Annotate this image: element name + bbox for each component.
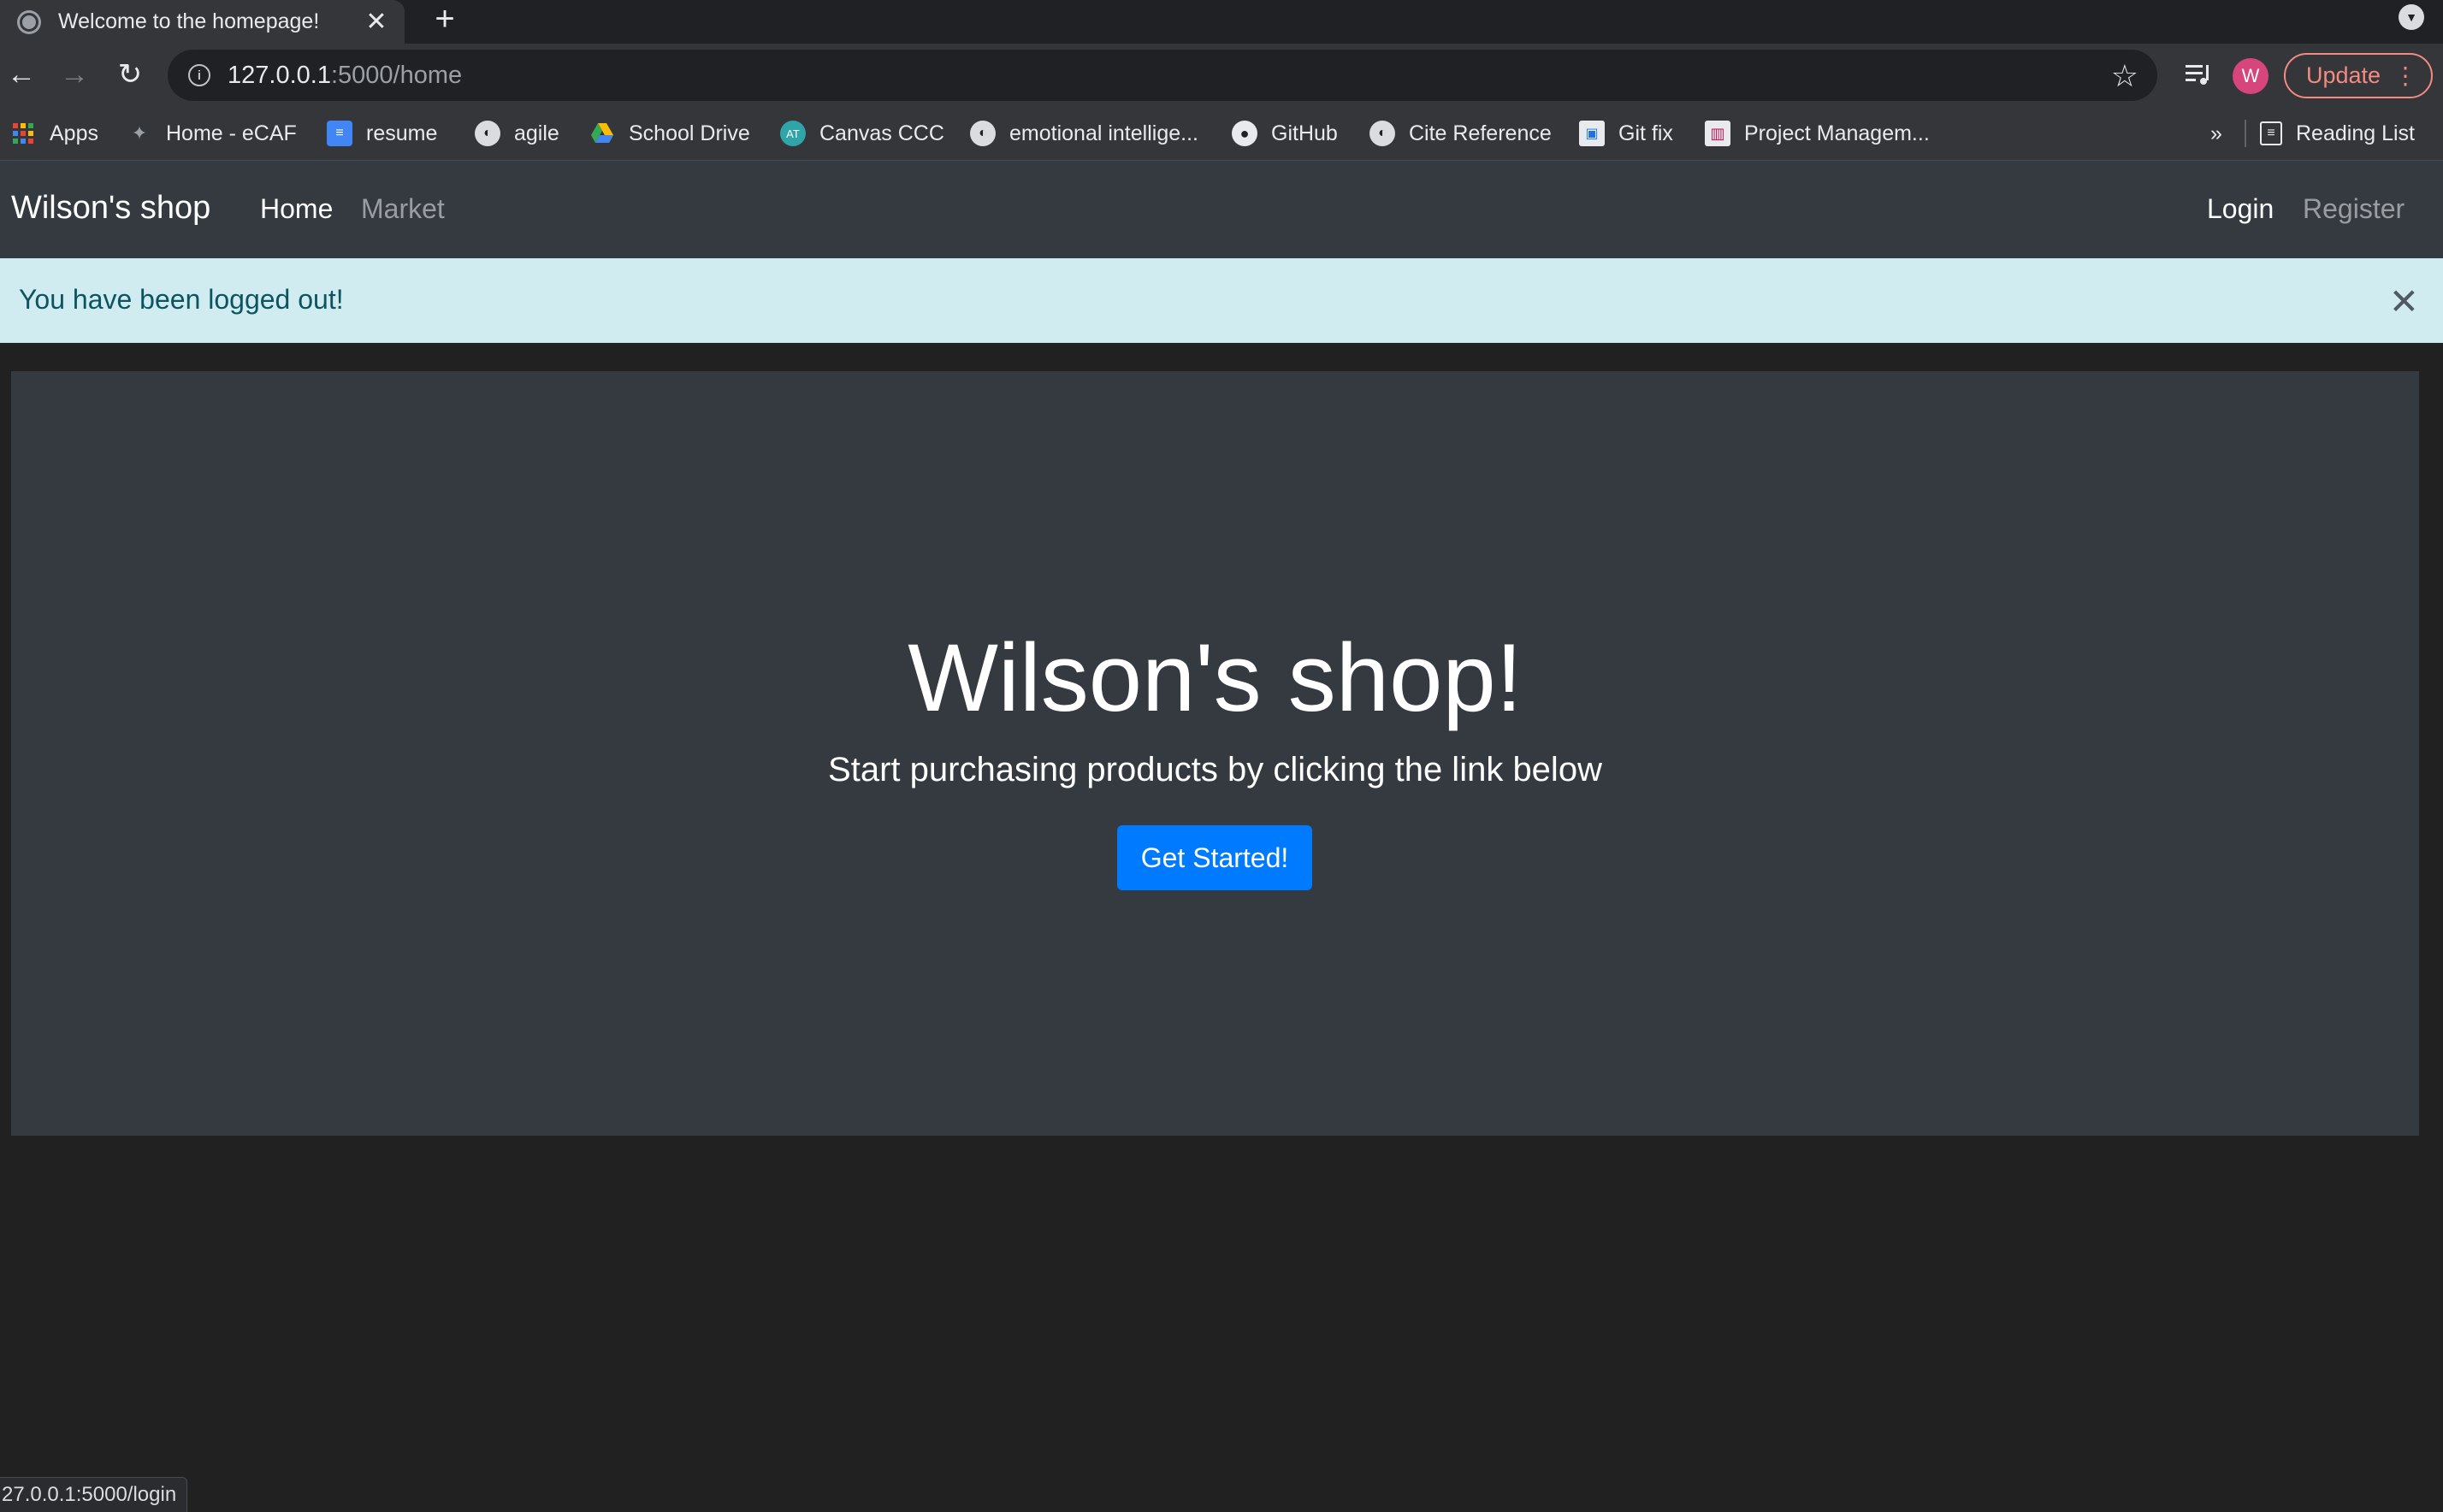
hero-jumbotron: Wilson's shop! Start purchasing products… <box>11 371 2419 1136</box>
globe-icon: ◐ <box>1369 121 1395 146</box>
bookmark-canvas[interactable]: AT Canvas CCC <box>780 118 944 149</box>
bookmark-resume[interactable]: ≡ resume <box>327 118 437 149</box>
ecaf-icon: ✦ <box>131 122 148 144</box>
alert-message: You have been logged out! <box>19 284 344 315</box>
reload-icon[interactable]: ↻ <box>112 56 148 92</box>
drive-icon <box>589 121 615 146</box>
reading-list-label: Reading List <box>2296 121 2415 145</box>
globe-icon <box>17 9 41 34</box>
bookmark-label: Canvas CCC <box>819 121 944 145</box>
bookmark-label: GitHub <box>1271 121 1338 145</box>
trello-icon: ▥ <box>1705 121 1730 146</box>
profile-avatar[interactable]: W <box>2233 58 2268 94</box>
bookmark-label: resume <box>366 121 438 145</box>
nav-link-login[interactable]: Login <box>2207 193 2274 225</box>
update-label: Update <box>2306 62 2381 88</box>
bookmark-agile[interactable]: ◐ agile <box>475 118 559 149</box>
forward-arrow-icon[interactable]: → <box>56 56 92 92</box>
browser-tabstrip: Welcome to the homepage! ✕ + ▼ <box>0 0 2443 44</box>
tab-title: Welcome to the homepage! <box>58 9 320 33</box>
logout-alert: You have been logged out! ✕ <box>0 258 2443 343</box>
nav-link-market[interactable]: Market <box>361 193 445 225</box>
url-text: 127.0.0.1:5000/home <box>228 62 462 90</box>
hero-title: Wilson's shop! <box>908 624 1523 731</box>
media-queue-icon[interactable] <box>2180 56 2217 92</box>
bookmark-apps[interactable]: Apps <box>10 118 98 149</box>
update-button[interactable]: Update ⋮ <box>2284 53 2433 98</box>
url-path: :5000/home <box>330 61 463 89</box>
bookmarks-overflow-button[interactable]: » <box>2210 118 2222 149</box>
site-navbar: Wilson's shop Home Market Login Register <box>0 161 2443 258</box>
globe-icon: ◐ <box>475 121 500 146</box>
globe-icon: ◐ <box>970 121 996 146</box>
bookmark-label: agile <box>514 121 559 145</box>
address-bar[interactable]: i 127.0.0.1:5000/home ☆ <box>168 50 2157 101</box>
github-icon: ● <box>1232 121 1257 146</box>
bookmark-label: Git fix <box>1618 121 1673 145</box>
bookmark-ecaf[interactable]: ✦ Home - eCAF <box>127 118 297 149</box>
reading-list-icon: ≡ <box>2260 121 2282 145</box>
bookmarks-divider <box>2245 120 2246 147</box>
new-tab-button[interactable]: + <box>428 0 462 38</box>
browser-tab[interactable]: Welcome to the homepage! ✕ <box>0 0 405 44</box>
browser-toolbar: ← → ↻ i 127.0.0.1:5000/home ☆ W Update ⋮ <box>0 44 2443 106</box>
reading-list-button[interactable]: ≡ Reading List <box>2260 118 2415 149</box>
link-status-bar: 27.0.0.1:5000/login <box>0 1477 188 1512</box>
bookmark-emotional-intelligence[interactable]: ◐ emotional intellige... <box>970 118 1198 149</box>
nav-link-register[interactable]: Register <box>2303 193 2405 225</box>
bookmark-star-icon[interactable]: ☆ <box>2111 58 2138 94</box>
bookmark-label: School Drive <box>629 121 750 145</box>
url-host: 127.0.0.1 <box>228 61 331 89</box>
bookmark-label: Home - eCAF <box>166 121 297 145</box>
nav-link-home[interactable]: Home <box>260 193 333 225</box>
bookmark-cite-reference[interactable]: ◐ Cite Reference <box>1369 118 1552 149</box>
get-started-button[interactable]: Get Started! <box>1117 825 1312 890</box>
hero-lead: Start purchasing products by clicking th… <box>828 751 1602 788</box>
bookmark-school-drive[interactable]: School Drive <box>589 118 750 149</box>
bookmark-project-management[interactable]: ▥ Project Managem... <box>1705 118 1930 149</box>
bookmark-label: Cite Reference <box>1409 121 1552 145</box>
bookmarks-bar: Apps ✦ Home - eCAF ≡ resume ◐ agile Scho… <box>0 106 2443 161</box>
bookmark-label: Project Managem... <box>1744 121 1930 145</box>
apps-grid-icon <box>10 121 36 146</box>
kebab-menu-icon[interactable]: ⋮ <box>2393 62 2417 90</box>
bookmark-git-fix[interactable]: ▣ Git fix <box>1579 118 1673 149</box>
close-tab-icon[interactable]: ✕ <box>362 8 391 37</box>
gitfix-icon: ▣ <box>1579 121 1605 146</box>
bookmark-label: Apps <box>50 121 98 145</box>
bookmark-label: emotional intellige... <box>1009 121 1198 145</box>
close-icon[interactable]: ✕ <box>2389 281 2419 322</box>
canvas-icon: AT <box>780 121 806 146</box>
bookmark-github[interactable]: ● GitHub <box>1232 118 1338 149</box>
tab-search-icon[interactable]: ▼ <box>2399 4 2424 30</box>
back-arrow-icon[interactable]: ← <box>3 56 39 92</box>
navbar-brand[interactable]: Wilson's shop <box>11 190 210 227</box>
docs-icon: ≡ <box>327 121 352 146</box>
site-info-icon[interactable]: i <box>188 64 210 86</box>
